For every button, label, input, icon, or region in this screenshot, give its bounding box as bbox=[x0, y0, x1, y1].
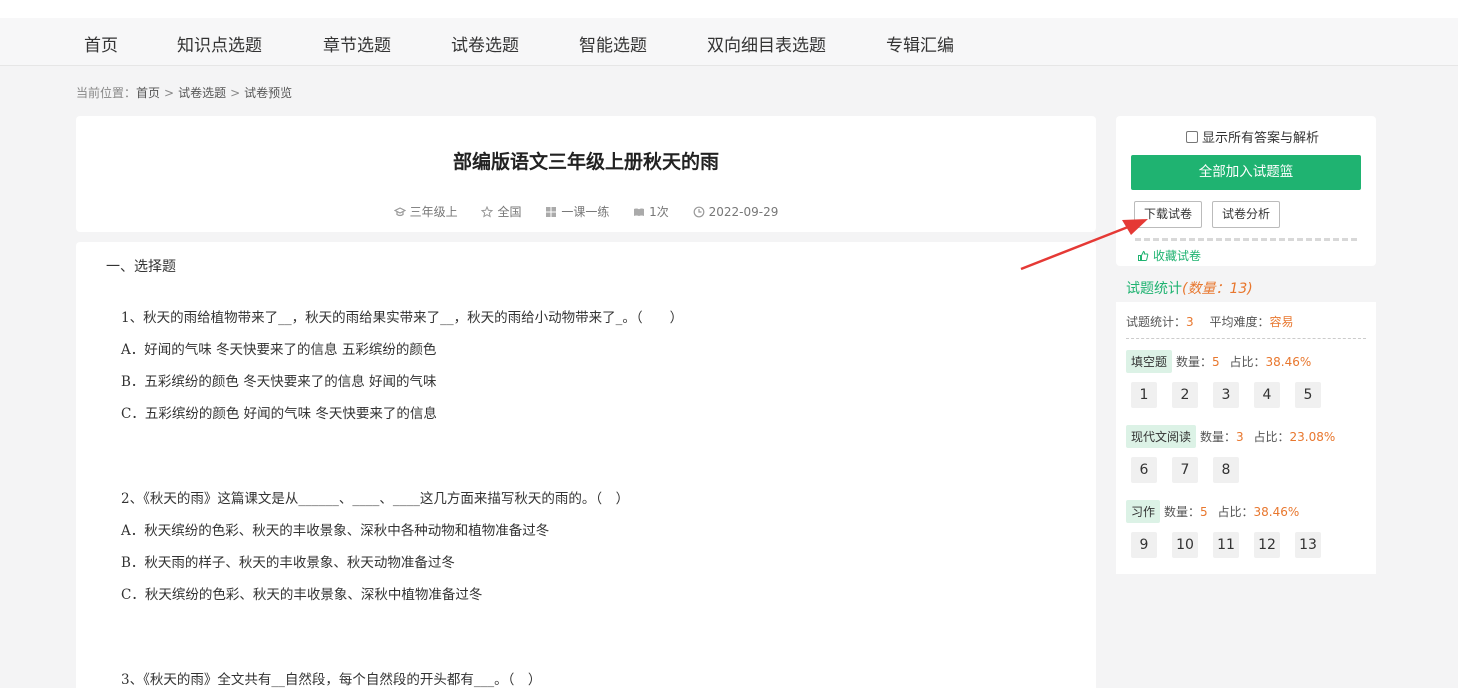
nav-item-album[interactable]: 专辑汇编 bbox=[886, 31, 954, 56]
paper-meta: 三年级上 全国 一课一练 1次 2022-09-29 bbox=[76, 203, 1096, 220]
grad-cap-icon bbox=[393, 207, 406, 217]
question-2-option-a: A．秋天缤纷的色彩、秋天的丰收景象、深秋中各种动物和植物准备过冬 bbox=[121, 523, 550, 539]
breadcrumb: 当前位置：首页 > 试卷选题 > 试卷预览 bbox=[76, 84, 292, 101]
meta-grade-text: 三年级上 bbox=[409, 205, 458, 219]
meta-views-text: 1次 bbox=[649, 205, 669, 219]
stats-panel: 试题统计：3 平均难度：容易 填空题 数量：5 占比：38.46% 1 2 3 4… bbox=[1116, 302, 1376, 574]
summary-label: 试题统计： bbox=[1126, 315, 1187, 329]
action-panel: 显示所有答案与解析 全部加入试题篮 下载试卷 试卷分析 收藏试卷 bbox=[1116, 116, 1376, 266]
ratio-value: 23.08% bbox=[1289, 430, 1336, 444]
show-answers-checkbox[interactable]: 显示所有答案与解析 bbox=[1186, 127, 1319, 146]
question-1-stem[interactable]: 1、秋天的雨给植物带来了__，秋天的雨给果实带来了__，秋天的雨给小动物带来了_… bbox=[121, 306, 683, 326]
ratio-label: 占比： bbox=[1217, 505, 1254, 519]
stats-divider bbox=[1126, 338, 1366, 339]
stats-summary: 试题统计：3 平均难度：容易 bbox=[1126, 313, 1294, 330]
add-all-to-basket-button[interactable]: 全部加入试题篮 bbox=[1131, 155, 1361, 190]
paper-header-card: 部编版语文三年级上册秋天的雨 三年级上 全国 一课一练 1次 2022-09-2… bbox=[76, 116, 1096, 232]
question-2-option-c: C．秋天缤纷的色彩、秋天的丰收景象、深秋中植物准备过冬 bbox=[121, 587, 483, 603]
show-answers-label: 显示所有答案与解析 bbox=[1202, 131, 1320, 146]
favorite-paper-link[interactable]: 收藏试卷 bbox=[1137, 247, 1201, 264]
paper-title: 部编版语文三年级上册秋天的雨 bbox=[452, 151, 719, 173]
breadcrumb-separator: > bbox=[230, 86, 241, 100]
group-tag: 习作 bbox=[1126, 500, 1161, 523]
ratio-label: 占比： bbox=[1253, 430, 1290, 444]
meta-type: 一课一练 bbox=[545, 203, 609, 220]
nav-item-home[interactable]: 首页 bbox=[84, 31, 118, 56]
question-1-option-c: C．五彩缤纷的颜色 好闻的气味 冬天快要来了的信息 bbox=[121, 406, 437, 422]
meta-date: 2022-09-29 bbox=[693, 205, 779, 219]
paper-analysis-button[interactable]: 试卷分析 bbox=[1212, 201, 1280, 228]
nav-item-twoway[interactable]: 双向细目表选题 bbox=[707, 31, 826, 56]
difficulty-label: 平均难度： bbox=[1209, 315, 1270, 329]
paper-content-card: 一、选择题 1、秋天的雨给植物带来了__，秋天的雨给果实带来了__，秋天的雨给小… bbox=[76, 242, 1096, 688]
count-value: 5 bbox=[1212, 355, 1220, 369]
count-value: 5 bbox=[1200, 505, 1208, 519]
meta-grade: 三年级上 bbox=[393, 203, 458, 220]
meta-date-text: 2022-09-29 bbox=[708, 205, 779, 219]
question-2-stem[interactable]: 2、《秋天的雨》这篇课文是从______、____、____这几方面来描写秋天的… bbox=[121, 487, 629, 507]
star-icon bbox=[481, 205, 494, 218]
nav-item-paper[interactable]: 试卷选题 bbox=[451, 31, 519, 56]
question-number[interactable]: 11 bbox=[1213, 532, 1239, 558]
question-3-stem[interactable]: 3、《秋天的雨》全文共有__自然段，每个自然段的开头都有___。（ ） bbox=[121, 668, 541, 688]
question-number[interactable]: 12 bbox=[1254, 532, 1280, 558]
count-value: 3 bbox=[1236, 430, 1244, 444]
stats-heading-text: 试题统计 bbox=[1126, 281, 1182, 297]
meta-type-text: 一课一练 bbox=[561, 205, 610, 219]
summary-value: 3 bbox=[1186, 315, 1194, 329]
breadcrumb-home[interactable]: 首页 bbox=[136, 86, 160, 100]
book-icon bbox=[634, 208, 645, 216]
group-tag: 填空题 bbox=[1126, 350, 1173, 373]
clock-icon bbox=[693, 206, 705, 218]
meta-region: 全国 bbox=[481, 203, 521, 220]
nav-item-chapter[interactable]: 章节选题 bbox=[323, 31, 391, 56]
count-label: 数量： bbox=[1176, 355, 1213, 369]
question-number[interactable]: 3 bbox=[1213, 382, 1239, 408]
question-number[interactable]: 9 bbox=[1131, 532, 1157, 558]
breadcrumb-current: 试卷预览 bbox=[244, 86, 293, 100]
ratio-value: 38.46% bbox=[1253, 505, 1300, 519]
nav-item-knowledge[interactable]: 知识点选题 bbox=[177, 31, 262, 56]
group-tag: 现代文阅读 bbox=[1126, 425, 1197, 448]
stats-heading: 试题统计(数量：13) bbox=[1126, 278, 1253, 298]
question-number[interactable]: 7 bbox=[1172, 457, 1198, 483]
ratio-value: 38.46% bbox=[1265, 355, 1312, 369]
question-number[interactable]: 1 bbox=[1131, 382, 1157, 408]
breadcrumb-prefix: 当前位置： bbox=[76, 86, 137, 100]
main-nav: 首页 知识点选题 章节选题 试卷选题 智能选题 双向细目表选题 专辑汇编 bbox=[0, 18, 1458, 66]
stats-heading-count: (数量：13) bbox=[1182, 281, 1253, 297]
count-label: 数量： bbox=[1164, 505, 1201, 519]
thumbs-up-icon bbox=[1138, 250, 1149, 261]
question-2-option-b: B．秋天雨的样子、秋天的丰收景象、秋天动物准备过冬 bbox=[121, 555, 455, 571]
question-1-option-a: A．好闻的气味 冬天快要来了的信息 五彩缤纷的颜色 bbox=[121, 342, 437, 358]
question-number[interactable]: 13 bbox=[1295, 532, 1321, 558]
breadcrumb-paper-select[interactable]: 试卷选题 bbox=[178, 86, 226, 100]
ratio-label: 占比： bbox=[1229, 355, 1266, 369]
group-writing: 习作 数量：5 占比：38.46% bbox=[1126, 500, 1299, 523]
download-paper-button[interactable]: 下载试卷 bbox=[1134, 201, 1202, 228]
grid-icon bbox=[546, 207, 557, 217]
question-number[interactable]: 10 bbox=[1172, 532, 1198, 558]
meta-views: 1次 bbox=[633, 203, 669, 220]
meta-region-text: 全国 bbox=[497, 205, 522, 219]
group-fill-blank: 填空题 数量：5 占比：38.46% bbox=[1126, 350, 1311, 373]
question-number[interactable]: 6 bbox=[1131, 457, 1157, 483]
favorite-label: 收藏试卷 bbox=[1153, 249, 1202, 263]
group-modern-reading: 现代文阅读 数量：3 占比：23.08% bbox=[1126, 425, 1335, 448]
divider bbox=[1135, 238, 1357, 241]
question-number[interactable]: 2 bbox=[1172, 382, 1198, 408]
breadcrumb-separator: > bbox=[164, 86, 175, 100]
count-label: 数量： bbox=[1200, 430, 1237, 444]
section-title: 一、选择题 bbox=[106, 259, 176, 275]
nav-item-smart[interactable]: 智能选题 bbox=[579, 31, 647, 56]
question-number[interactable]: 4 bbox=[1254, 382, 1280, 408]
question-number[interactable]: 8 bbox=[1213, 457, 1239, 483]
question-number[interactable]: 5 bbox=[1295, 382, 1321, 408]
question-1-option-b: B．五彩缤纷的颜色 冬天快要来了的信息 好闻的气味 bbox=[121, 374, 437, 390]
checkbox-box[interactable] bbox=[1186, 131, 1198, 143]
top-strip bbox=[0, 0, 1458, 18]
difficulty-value: 容易 bbox=[1269, 315, 1294, 329]
